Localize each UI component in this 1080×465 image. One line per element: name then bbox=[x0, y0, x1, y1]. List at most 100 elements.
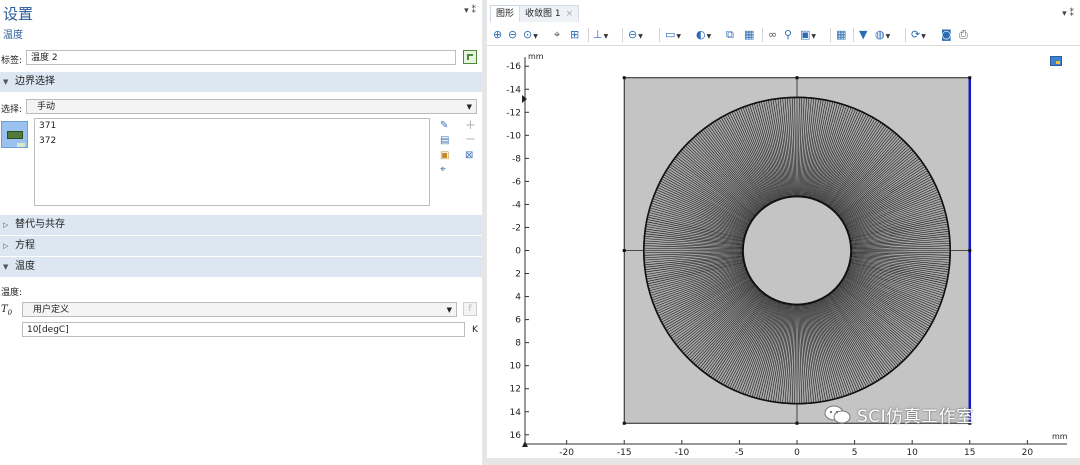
temperature-caption: 温度: bbox=[1, 288, 23, 298]
color-palette-icon[interactable]: ◍▼ bbox=[875, 28, 890, 42]
x-tick-label: 15 bbox=[964, 448, 975, 458]
x-unit-label: mm bbox=[1052, 432, 1068, 441]
boundary-icon bbox=[7, 131, 25, 147]
section-temperature[interactable]: ▼ 温度 bbox=[0, 257, 482, 277]
panel-controls[interactable]: ▾ ⁑ bbox=[464, 6, 476, 16]
t0-mode-dropdown[interactable]: 用户定义 ▼ bbox=[22, 302, 457, 317]
paste-icon[interactable]: ▣ bbox=[440, 150, 449, 161]
camera-icon[interactable]: ◙ bbox=[941, 28, 952, 42]
graphics-toolbar: ⊕ ⊖ ⊙▼ ⌖ ⊞ ⊥▼ ⊖▼ ▭▼ ◐▼ ⧉ ▦ ∞ ⚲ ▣▼ ▦ ▼ ◍▼… bbox=[487, 24, 1080, 46]
section-boundary-selection[interactable]: ▼ 边界选择 bbox=[0, 72, 482, 92]
t0-value-field[interactable]: 10[degC] bbox=[22, 322, 465, 337]
app-window: 设置 温度 ▾ ⁑ 标签: 温度 2 ▼ 边界选择 选择: 手动 ▼ 371 3… bbox=[0, 0, 1080, 465]
selection-dropdown[interactable]: 手动 ▼ bbox=[26, 99, 477, 114]
transparency-icon[interactable]: ⚲ bbox=[784, 28, 792, 42]
wechat-icon bbox=[824, 405, 851, 424]
axis-orientation-icon[interactable]: ⊥▼ bbox=[593, 28, 608, 42]
view-cube-icon[interactable] bbox=[1050, 56, 1062, 66]
x-tick-label: 20 bbox=[1022, 448, 1034, 458]
tab-convergence-plot[interactable]: 收敛图 1 × bbox=[519, 5, 580, 22]
x-tick-label: 0 bbox=[794, 448, 800, 458]
x-tick-label: 5 bbox=[852, 448, 858, 458]
vertex-point bbox=[795, 421, 799, 425]
y-tick-label: 0 bbox=[515, 247, 521, 257]
filter-icon[interactable]: ▼ bbox=[859, 28, 867, 42]
section-equation[interactable]: ▷ 方程 bbox=[0, 236, 482, 256]
settings-panel: 设置 温度 ▾ ⁑ 标签: 温度 2 ▼ 边界选择 选择: 手动 ▼ 371 3… bbox=[0, 0, 482, 465]
t0-function-button[interactable]: f bbox=[463, 302, 477, 316]
center-icon[interactable]: ⌖ bbox=[554, 28, 560, 42]
section-label: 方程 bbox=[15, 240, 35, 251]
selection-value: 手动 bbox=[37, 102, 56, 112]
y-tick-label: -6 bbox=[512, 177, 521, 187]
refresh-icon[interactable]: ⟳▼ bbox=[911, 28, 926, 42]
vertex-point bbox=[968, 76, 972, 80]
y-tick-label: -16 bbox=[506, 62, 521, 72]
chevron-down-icon: ▼ bbox=[446, 306, 452, 314]
y-tick-label: -4 bbox=[512, 200, 521, 210]
y-tick-label: -14 bbox=[506, 85, 521, 95]
vertex-point bbox=[968, 249, 972, 252]
x-tick-label: -5 bbox=[735, 448, 744, 458]
graphics-panel: 图形 收敛图 1 × ▾ ⁑ ⊕ ⊖ ⊙▼ ⌖ ⊞ ⊥▼ ⊖▼ ▭▼ ◐▼ ⧉ ▦… bbox=[487, 0, 1080, 465]
y-tick-label: 16 bbox=[510, 431, 522, 441]
t0-mode-value: 用户定义 bbox=[33, 305, 70, 315]
vertex-point bbox=[622, 249, 626, 252]
tab-graphics[interactable]: 图形 bbox=[490, 5, 521, 22]
y-tick-label: 6 bbox=[515, 316, 521, 326]
x-tick-label: -15 bbox=[617, 448, 632, 458]
list-item[interactable]: 372 bbox=[35, 134, 429, 149]
zoom-extents-icon[interactable]: ⊞ bbox=[570, 28, 579, 42]
add-icon[interactable]: + bbox=[465, 118, 476, 133]
wireframe-icon[interactable]: ▣▼ bbox=[800, 28, 816, 42]
y-tick-label: -10 bbox=[506, 131, 521, 141]
y-tick-label: 12 bbox=[510, 385, 521, 395]
plot-area[interactable]: mm mm 16 14 12 10 8 6 4 2 0 -2 -4 -6 -8 -10 -12 -14 -16 -20… bbox=[487, 47, 1080, 465]
view-icon[interactable]: ⊖▼ bbox=[628, 28, 643, 42]
zoom-to-selection-icon[interactable]: ⌖ bbox=[440, 164, 446, 175]
y-tick-label: 4 bbox=[515, 293, 521, 303]
label-reset-button[interactable] bbox=[463, 50, 477, 64]
collapse-icon: ▼ bbox=[3, 78, 9, 86]
vertex-point bbox=[622, 421, 626, 425]
copy-icon[interactable]: ▤ bbox=[440, 135, 449, 146]
zoom-box-icon[interactable]: ⊙▼ bbox=[523, 28, 538, 42]
y-unit-label: mm bbox=[528, 52, 544, 61]
y-tick-label: 14 bbox=[510, 408, 522, 418]
close-icon[interactable]: × bbox=[566, 9, 574, 19]
zoom-in-icon[interactable]: ⊕ bbox=[493, 28, 502, 42]
paint-icon[interactable]: ✎ bbox=[440, 120, 448, 131]
vertex-point bbox=[795, 76, 799, 80]
section-label: 边界选择 bbox=[15, 76, 55, 87]
zoom-selection-icon[interactable]: ⧉ bbox=[726, 28, 734, 42]
list-item[interactable]: 371 bbox=[35, 119, 429, 134]
geometry-plot[interactable]: mmmm1614121086420-2-4-6-8-10-12-14-16-20… bbox=[487, 47, 1080, 465]
zoom-out-icon[interactable]: ⊖ bbox=[508, 28, 517, 42]
clear-selection-icon[interactable]: ⊠ bbox=[465, 150, 473, 161]
print-icon[interactable]: ⎙ bbox=[959, 28, 968, 42]
grid-icon[interactable]: ▦ bbox=[836, 28, 846, 42]
section-label: 替代与共存 bbox=[15, 219, 65, 230]
horizontal-scrollbar[interactable] bbox=[487, 458, 1080, 465]
active-selection-toggle[interactable] bbox=[1, 121, 28, 148]
panel-subtitle: 温度 bbox=[3, 30, 23, 41]
y-tick-label: -8 bbox=[512, 154, 521, 164]
expand-icon: ▷ bbox=[3, 242, 9, 250]
collapse-icon: ▼ bbox=[3, 263, 9, 271]
selection-caption: 选择: bbox=[1, 105, 23, 115]
chevron-down-icon: ▼ bbox=[466, 103, 472, 111]
y-tick-label: 10 bbox=[510, 362, 522, 372]
function-icon: f bbox=[468, 304, 472, 314]
selection-list[interactable]: 371 372 bbox=[34, 118, 430, 206]
remove-icon[interactable]: − bbox=[465, 132, 476, 147]
tab-bar: 图形 收敛图 1 × ▾ ⁑ bbox=[487, 2, 1080, 23]
scene-light-icon[interactable]: ◐▼ bbox=[696, 28, 711, 42]
y-tick-label: 2 bbox=[515, 270, 521, 280]
label-caption: 标签: bbox=[1, 56, 23, 66]
select-mode-icon[interactable]: ▭▼ bbox=[665, 28, 681, 42]
panel-controls[interactable]: ▾ ⁑ bbox=[1062, 9, 1074, 19]
section-override-coexist[interactable]: ▷ 替代与共存 bbox=[0, 215, 482, 235]
hide-icon[interactable]: ▦ bbox=[744, 28, 754, 42]
label-field[interactable]: 温度 2 bbox=[26, 50, 456, 65]
link-icon[interactable]: ∞ bbox=[768, 28, 777, 42]
